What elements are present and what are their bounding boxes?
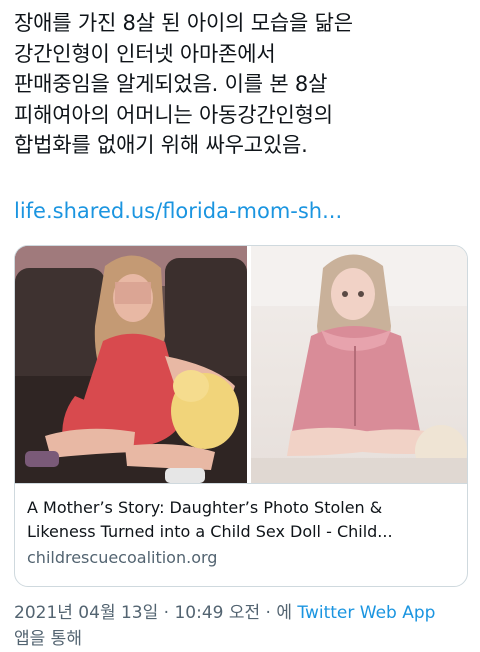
tweet-meta: 2021년 04월 13일 · 10:49 오전 · 에 Twitter Web… — [14, 600, 470, 652]
tweet-text-line: 피해여아의 어머니는 아동강간인형의 — [14, 102, 333, 127]
timestamp[interactable]: 2021년 04월 13일 · 10:49 오전 · 에 — [14, 603, 292, 623]
tweet-text-line: 강간인형이 인터넷 아마존에서 — [14, 41, 276, 66]
tweet-text-line: 장애를 가진 8살 된 아이의 모습을 닮은 — [14, 11, 353, 35]
tweet-text-line: 합법화를 없애기 위해 싸우고있음. — [14, 133, 308, 157]
article-link[interactable]: life.shared.us/florida-mom-sh... — [14, 196, 342, 226]
card-image-pair — [15, 246, 467, 483]
link-preview-card[interactable]: A Mother’s Story: Daughter’s Photo Stole… — [14, 245, 468, 587]
source-app-link[interactable]: Twitter Web App — [297, 603, 435, 623]
tweet-text-line: 판매중임을 알게되었음. 이를 본 8살 — [14, 72, 328, 96]
card-photo-child — [15, 246, 247, 483]
card-title-line: A Mother’s Story: Daughter’s Photo Stole… — [27, 498, 383, 517]
card-title-line: Likeness Turned into a Child Sex Doll - … — [27, 522, 393, 541]
card-body: A Mother’s Story: Daughter’s Photo Stole… — [15, 483, 467, 586]
card-title: A Mother’s Story: Daughter’s Photo Stole… — [27, 496, 457, 544]
card-photo-doll — [251, 246, 467, 483]
tweet-text: 장애를 가진 8살 된 아이의 모습을 닮은 강간인형이 인터넷 아마존에서 판… — [14, 8, 470, 161]
tweet-meta-line: 2021년 04월 13일 · 10:49 오전 · 에 Twitter Web… — [14, 600, 470, 626]
tweet-meta-suffix: 앱을 통해 — [14, 629, 82, 649]
card-domain: childrescuecoalition.org — [27, 548, 218, 567]
